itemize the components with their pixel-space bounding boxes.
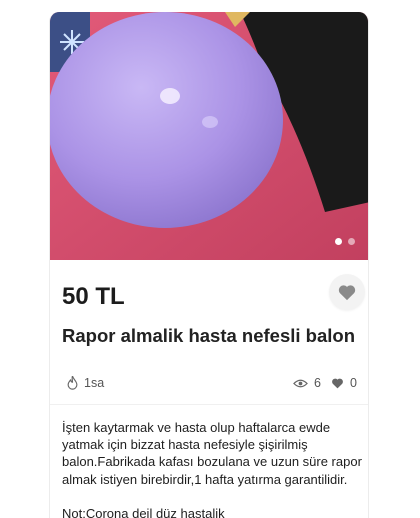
listing-title: Rapor almalik hasta nefesli balon [62, 325, 356, 346]
listing-note: Not:Corona deil düz hastalik [62, 506, 225, 518]
listing-card: 50 TL Rapor almalik hasta nefesli balon … [49, 12, 369, 518]
flame-icon [67, 376, 78, 390]
posted-time: 1sa [67, 376, 104, 390]
like-count-label: 0 [350, 376, 357, 390]
heart-icon [332, 378, 343, 389]
pagination-dot[interactable] [348, 238, 355, 245]
heart-icon [338, 285, 356, 301]
price: 50 TL [62, 283, 125, 310]
view-count-label: 6 [314, 376, 321, 390]
favorite-button[interactable] [329, 274, 365, 310]
listing-photo[interactable] [50, 12, 368, 260]
pagination-dot-active[interactable] [335, 238, 342, 245]
eye-icon [293, 379, 308, 387]
gallery-pagination [335, 238, 355, 245]
view-count: 6 [293, 376, 321, 390]
posted-time-label: 1sa [84, 376, 105, 390]
listing-description: İşten kaytarmak ve hasta olup haftalarca… [62, 420, 362, 487]
like-count: 0 [331, 376, 357, 390]
divider [50, 404, 368, 405]
balloon-photo [50, 12, 368, 260]
